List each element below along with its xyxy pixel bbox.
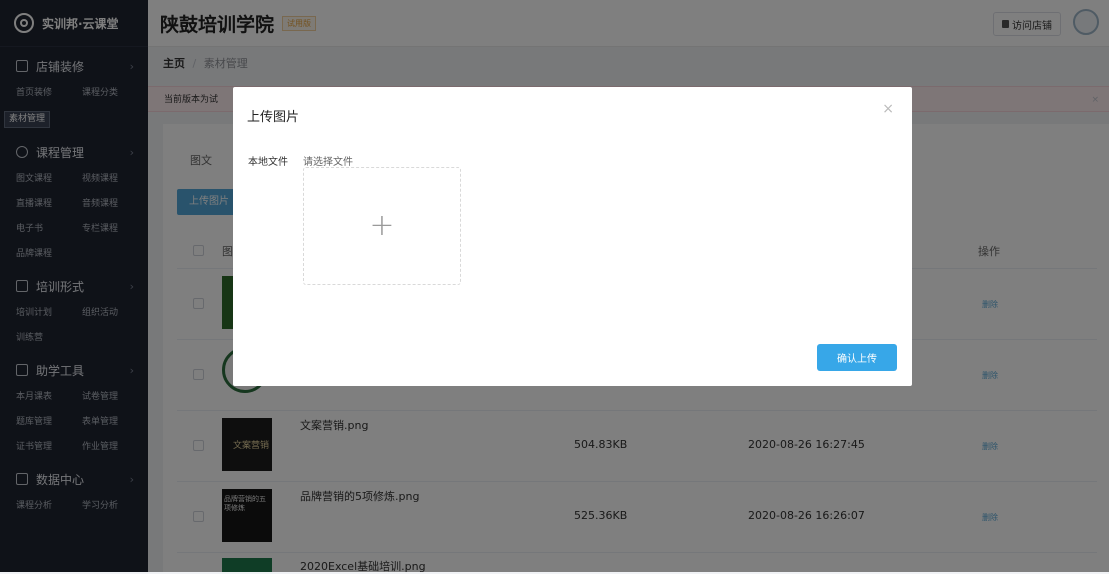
- local-file-label: 本地文件: [248, 157, 288, 168]
- dialog-title: 上传图片: [247, 110, 300, 125]
- file-dropzone[interactable]: +: [303, 167, 461, 285]
- close-icon[interactable]: ×: [882, 101, 894, 117]
- choose-file-hint: 请选择文件: [303, 157, 353, 168]
- confirm-upload-button[interactable]: 确认上传: [817, 344, 897, 371]
- upload-image-dialog: 上传图片 × 本地文件 请选择文件 + 确认上传: [233, 87, 912, 386]
- plus-icon: +: [369, 208, 395, 243]
